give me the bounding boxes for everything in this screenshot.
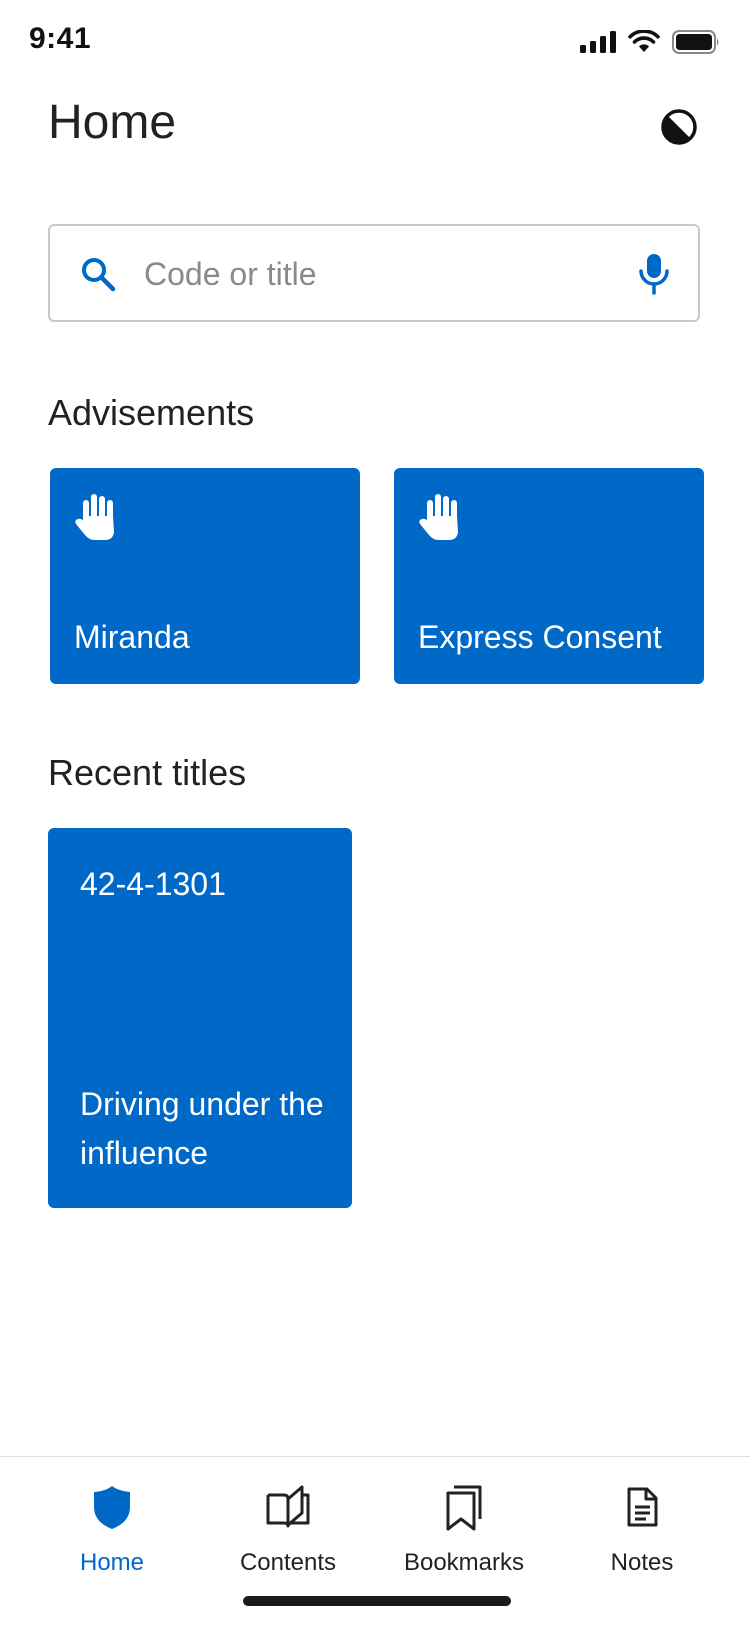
bookmarks-icon xyxy=(446,1485,482,1531)
title-description: Driving under the influence xyxy=(80,1086,324,1171)
page-title: Home xyxy=(48,96,177,149)
note-icon xyxy=(627,1487,658,1527)
advisement-tile-express-consent[interactable]: Express Consent xyxy=(394,468,704,684)
advisements-heading: Advisements xyxy=(48,392,255,433)
tab-home[interactable]: Home xyxy=(22,1457,202,1577)
tab-notes[interactable]: Notes xyxy=(552,1457,732,1577)
signal-icon xyxy=(580,31,616,53)
status-time: 9:41 xyxy=(29,22,92,55)
hand-icon xyxy=(419,494,458,540)
battery-icon xyxy=(672,30,719,54)
shield-icon xyxy=(94,1486,130,1529)
tab-label: Home xyxy=(79,1549,145,1576)
search-icon xyxy=(82,258,116,292)
tab-label: Notes xyxy=(610,1549,674,1576)
advisement-label: Miranda xyxy=(74,619,190,655)
advisement-label: Express Consent xyxy=(418,619,662,655)
contrast-icon[interactable] xyxy=(660,108,698,146)
home-indicator xyxy=(243,1596,511,1606)
tab-label: Bookmarks xyxy=(403,1549,525,1576)
title-code: 42-4-1301 xyxy=(80,866,226,902)
status-icons xyxy=(580,30,720,54)
hand-icon xyxy=(75,494,114,540)
recent-title-card[interactable]: 42-4-1301 Driving under the influence xyxy=(48,828,352,1208)
search-box[interactable] xyxy=(48,224,700,322)
tab-contents[interactable]: Contents xyxy=(198,1457,378,1577)
wifi-icon xyxy=(628,30,660,52)
microphone-icon[interactable] xyxy=(636,252,672,296)
tab-label: Contents xyxy=(239,1549,337,1576)
search-input[interactable] xyxy=(144,248,604,300)
tab-bookmarks[interactable]: Bookmarks xyxy=(374,1457,554,1577)
advisement-tile-miranda[interactable]: Miranda xyxy=(50,468,360,684)
recent-titles-heading: Recent titles xyxy=(48,752,247,793)
open-book-icon xyxy=(266,1485,310,1528)
